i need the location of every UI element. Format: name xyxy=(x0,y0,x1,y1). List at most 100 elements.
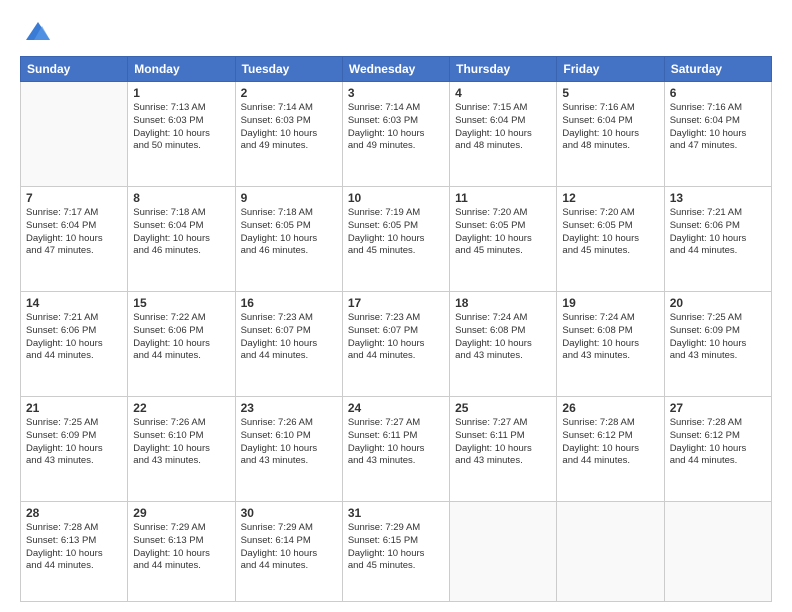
day-info: Sunrise: 7:29 AM Sunset: 6:15 PM Dayligh… xyxy=(348,522,444,573)
day-info: Sunrise: 7:25 AM Sunset: 6:09 PM Dayligh… xyxy=(670,312,766,363)
day-number: 13 xyxy=(670,191,766,205)
calendar-cell: 4 Sunrise: 7:15 AM Sunset: 6:04 PM Daylig… xyxy=(450,82,557,187)
calendar-cell: 28 Sunrise: 7:28 AM Sunset: 6:13 PM Dayli… xyxy=(21,501,128,601)
calendar-day-header: Tuesday xyxy=(235,57,342,82)
day-number: 1 xyxy=(133,86,229,100)
day-info: Sunrise: 7:24 AM Sunset: 6:08 PM Dayligh… xyxy=(562,312,658,363)
calendar-cell: 22 Sunrise: 7:26 AM Sunset: 6:10 PM Dayli… xyxy=(128,396,235,501)
calendar-cell: 27Sunrise: 7:28 AM Sunset: 6:12 PM Dayli… xyxy=(664,396,771,501)
calendar-week-row: 28 Sunrise: 7:28 AM Sunset: 6:13 PM Dayli… xyxy=(21,501,772,601)
day-number: 23 xyxy=(241,401,337,415)
calendar-cell: 2Sunrise: 7:14 AM Sunset: 6:03 PM Daylig… xyxy=(235,82,342,187)
calendar-cell: 14Sunrise: 7:21 AM Sunset: 6:06 PM Dayli… xyxy=(21,291,128,396)
calendar-day-header: Monday xyxy=(128,57,235,82)
day-number: 7 xyxy=(26,191,122,205)
day-info: Sunrise: 7:25 AM Sunset: 6:09 PM Dayligh… xyxy=(26,417,122,468)
day-number: 17 xyxy=(348,296,444,310)
calendar-cell: 30 Sunrise: 7:29 AM Sunset: 6:14 PM Dayli… xyxy=(235,501,342,601)
day-number: 2 xyxy=(241,86,337,100)
day-info: Sunrise: 7:16 AM Sunset: 6:04 PM Dayligh… xyxy=(670,102,766,153)
day-number: 12 xyxy=(562,191,658,205)
calendar-day-header: Thursday xyxy=(450,57,557,82)
calendar-cell: 1 Sunrise: 7:13 AM Sunset: 6:03 PM Daylig… xyxy=(128,82,235,187)
day-info: Sunrise: 7:19 AM Sunset: 6:05 PM Dayligh… xyxy=(348,207,444,258)
calendar-cell: 13Sunrise: 7:21 AM Sunset: 6:06 PM Dayli… xyxy=(664,186,771,291)
calendar-cell: 25 Sunrise: 7:27 AM Sunset: 6:11 PM Dayli… xyxy=(450,396,557,501)
calendar-cell: 23Sunrise: 7:26 AM Sunset: 6:10 PM Dayli… xyxy=(235,396,342,501)
calendar-cell: 21 Sunrise: 7:25 AM Sunset: 6:09 PM Dayli… xyxy=(21,396,128,501)
calendar-day-header: Wednesday xyxy=(342,57,449,82)
calendar-cell xyxy=(664,501,771,601)
calendar-day-header: Friday xyxy=(557,57,664,82)
calendar-cell: 3Sunrise: 7:14 AM Sunset: 6:03 PM Daylig… xyxy=(342,82,449,187)
day-number: 19 xyxy=(562,296,658,310)
calendar-cell: 24Sunrise: 7:27 AM Sunset: 6:11 PM Dayli… xyxy=(342,396,449,501)
day-number: 4 xyxy=(455,86,551,100)
day-info: Sunrise: 7:15 AM Sunset: 6:04 PM Dayligh… xyxy=(455,102,551,153)
calendar-week-row: 21 Sunrise: 7:25 AM Sunset: 6:09 PM Dayli… xyxy=(21,396,772,501)
day-info: Sunrise: 7:27 AM Sunset: 6:11 PM Dayligh… xyxy=(455,417,551,468)
calendar-cell: 10 Sunrise: 7:19 AM Sunset: 6:05 PM Dayli… xyxy=(342,186,449,291)
day-info: Sunrise: 7:20 AM Sunset: 6:05 PM Dayligh… xyxy=(562,207,658,258)
day-number: 22 xyxy=(133,401,229,415)
day-info: Sunrise: 7:21 AM Sunset: 6:06 PM Dayligh… xyxy=(26,312,122,363)
calendar-table: SundayMondayTuesdayWednesdayThursdayFrid… xyxy=(20,56,772,602)
logo xyxy=(20,18,52,46)
logo-icon xyxy=(24,18,52,46)
day-info: Sunrise: 7:17 AM Sunset: 6:04 PM Dayligh… xyxy=(26,207,122,258)
day-info: Sunrise: 7:28 AM Sunset: 6:13 PM Dayligh… xyxy=(26,522,122,573)
day-info: Sunrise: 7:23 AM Sunset: 6:07 PM Dayligh… xyxy=(241,312,337,363)
day-info: Sunrise: 7:13 AM Sunset: 6:03 PM Dayligh… xyxy=(133,102,229,153)
day-number: 8 xyxy=(133,191,229,205)
day-number: 5 xyxy=(562,86,658,100)
day-number: 26 xyxy=(562,401,658,415)
calendar-cell xyxy=(557,501,664,601)
calendar-cell xyxy=(450,501,557,601)
day-number: 31 xyxy=(348,506,444,520)
day-info: Sunrise: 7:24 AM Sunset: 6:08 PM Dayligh… xyxy=(455,312,551,363)
day-number: 25 xyxy=(455,401,551,415)
day-number: 10 xyxy=(348,191,444,205)
day-number: 16 xyxy=(241,296,337,310)
day-number: 6 xyxy=(670,86,766,100)
day-info: Sunrise: 7:18 AM Sunset: 6:04 PM Dayligh… xyxy=(133,207,229,258)
day-number: 11 xyxy=(455,191,551,205)
day-number: 24 xyxy=(348,401,444,415)
day-info: Sunrise: 7:29 AM Sunset: 6:13 PM Dayligh… xyxy=(133,522,229,573)
calendar-cell: 29 Sunrise: 7:29 AM Sunset: 6:13 PM Dayli… xyxy=(128,501,235,601)
day-info: Sunrise: 7:14 AM Sunset: 6:03 PM Dayligh… xyxy=(348,102,444,153)
day-number: 29 xyxy=(133,506,229,520)
calendar-day-header: Sunday xyxy=(21,57,128,82)
header xyxy=(20,18,772,46)
day-info: Sunrise: 7:16 AM Sunset: 6:04 PM Dayligh… xyxy=(562,102,658,153)
day-number: 30 xyxy=(241,506,337,520)
calendar-cell: 16 Sunrise: 7:23 AM Sunset: 6:07 PM Dayli… xyxy=(235,291,342,396)
calendar-cell: 15 Sunrise: 7:22 AM Sunset: 6:06 PM Dayli… xyxy=(128,291,235,396)
calendar-week-row: 1 Sunrise: 7:13 AM Sunset: 6:03 PM Daylig… xyxy=(21,82,772,187)
day-info: Sunrise: 7:26 AM Sunset: 6:10 PM Dayligh… xyxy=(133,417,229,468)
calendar-cell: 6 Sunrise: 7:16 AM Sunset: 6:04 PM Daylig… xyxy=(664,82,771,187)
day-info: Sunrise: 7:29 AM Sunset: 6:14 PM Dayligh… xyxy=(241,522,337,573)
day-number: 21 xyxy=(26,401,122,415)
day-info: Sunrise: 7:18 AM Sunset: 6:05 PM Dayligh… xyxy=(241,207,337,258)
calendar-cell: 9 Sunrise: 7:18 AM Sunset: 6:05 PM Daylig… xyxy=(235,186,342,291)
calendar-cell xyxy=(21,82,128,187)
calendar-cell: 20Sunrise: 7:25 AM Sunset: 6:09 PM Dayli… xyxy=(664,291,771,396)
day-number: 28 xyxy=(26,506,122,520)
day-info: Sunrise: 7:22 AM Sunset: 6:06 PM Dayligh… xyxy=(133,312,229,363)
day-info: Sunrise: 7:28 AM Sunset: 6:12 PM Dayligh… xyxy=(562,417,658,468)
calendar-cell: 12 Sunrise: 7:20 AM Sunset: 6:05 PM Dayli… xyxy=(557,186,664,291)
calendar-cell: 5 Sunrise: 7:16 AM Sunset: 6:04 PM Daylig… xyxy=(557,82,664,187)
calendar-cell: 31 Sunrise: 7:29 AM Sunset: 6:15 PM Dayli… xyxy=(342,501,449,601)
day-info: Sunrise: 7:28 AM Sunset: 6:12 PM Dayligh… xyxy=(670,417,766,468)
calendar-cell: 18Sunrise: 7:24 AM Sunset: 6:08 PM Dayli… xyxy=(450,291,557,396)
calendar-cell: 17Sunrise: 7:23 AM Sunset: 6:07 PM Dayli… xyxy=(342,291,449,396)
day-number: 15 xyxy=(133,296,229,310)
calendar-header-row: SundayMondayTuesdayWednesdayThursdayFrid… xyxy=(21,57,772,82)
calendar-week-row: 14Sunrise: 7:21 AM Sunset: 6:06 PM Dayli… xyxy=(21,291,772,396)
calendar-day-header: Saturday xyxy=(664,57,771,82)
calendar-cell: 7 Sunrise: 7:17 AM Sunset: 6:04 PM Daylig… xyxy=(21,186,128,291)
day-number: 9 xyxy=(241,191,337,205)
calendar-cell: 19 Sunrise: 7:24 AM Sunset: 6:08 PM Dayli… xyxy=(557,291,664,396)
page: SundayMondayTuesdayWednesdayThursdayFrid… xyxy=(0,0,792,612)
